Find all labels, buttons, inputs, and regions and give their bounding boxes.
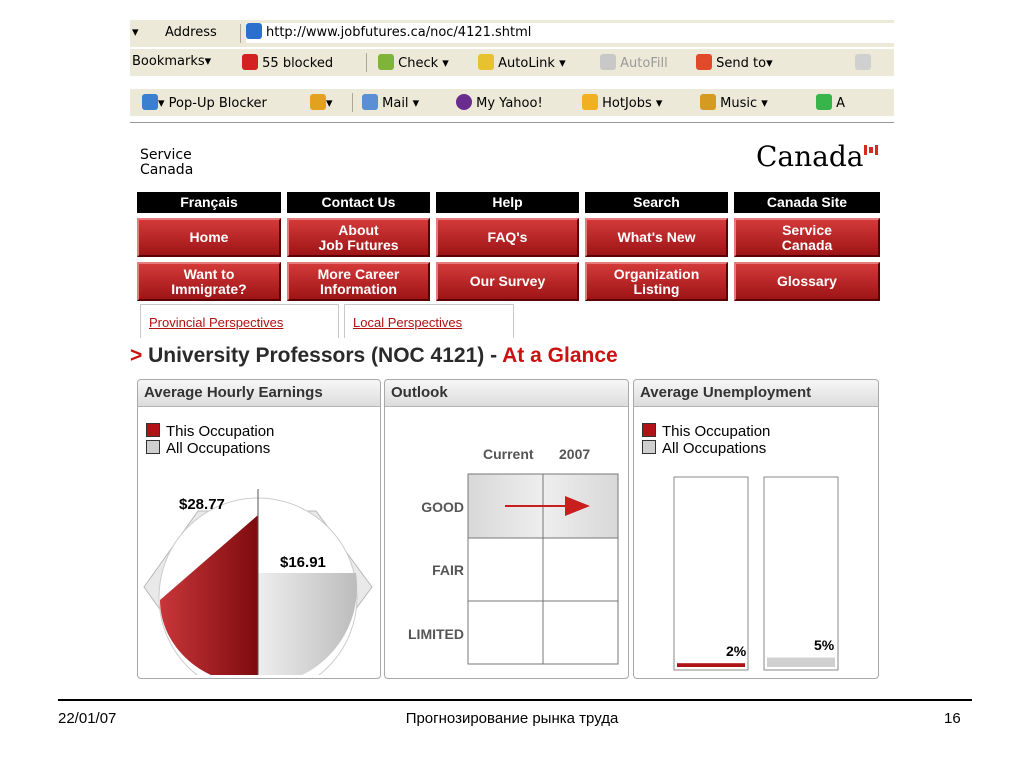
nav-whats-new[interactable]: What's New xyxy=(585,218,728,257)
nav-francais[interactable]: Français xyxy=(137,192,281,213)
unemployment-this-value: 2% xyxy=(726,643,747,659)
outlook-panel: Outlook Current 2007 GOOD FAIR LIMITED xyxy=(384,379,629,679)
title-arrow-icon: > xyxy=(130,344,143,367)
unemployment-bar-this-occupation xyxy=(677,663,745,667)
settings-icon[interactable]: ▾ xyxy=(310,94,333,111)
my-yahoo-button[interactable]: My Yahoo! xyxy=(456,94,543,111)
nav-our-survey[interactable]: Our Survey xyxy=(436,262,579,301)
mail-icon xyxy=(362,94,378,110)
unemployment-panel: Average Unemployment This Occupation All… xyxy=(633,379,879,679)
outlook-col-current: Current xyxy=(483,446,534,462)
pie-slice-all-occupations xyxy=(258,573,357,675)
nav-glossary[interactable]: Glossary xyxy=(734,262,880,301)
nav-organization-listing[interactable]: Organization Listing xyxy=(585,262,728,301)
earnings-panel-title: Average Hourly Earnings xyxy=(138,380,380,407)
nav-about-job-futures[interactable]: About Job Futures xyxy=(287,218,430,257)
music-button[interactable]: Music ▾ xyxy=(700,94,768,111)
earnings-all-value: $16.91 xyxy=(280,554,326,571)
nav-more-career-information[interactable]: More Career Information xyxy=(287,262,430,301)
nav-service-canada[interactable]: Service Canada xyxy=(734,218,880,257)
popup-blocker-button[interactable]: ▾ Pop-Up Blocker xyxy=(142,94,267,111)
service-canada-wordmark[interactable]: Service Canada xyxy=(140,148,193,178)
toolbar-row-3: ▾ Pop-Up Blocker ▾ Mail ▾ My Yahoo! HotJ… xyxy=(130,89,894,116)
toolbar-row-2: Bookmarks▾ 55 blocked Check ▾ AutoLink ▾… xyxy=(130,49,894,76)
bookmarks-menu[interactable]: Bookmarks▾ xyxy=(132,54,211,69)
earnings-this-value: $28.77 xyxy=(179,496,225,513)
nav-help[interactable]: Help xyxy=(436,192,579,213)
outlook-grid: GOOD FAIR LIMITED xyxy=(408,473,619,665)
nav-search[interactable]: Search xyxy=(585,192,728,213)
title-main: University Professors (NOC 4121) - xyxy=(148,344,503,367)
unemployment-all-value: 5% xyxy=(814,637,835,653)
autofill-button[interactable]: AutoFill xyxy=(600,54,668,71)
legend-all-occupations: All Occupations xyxy=(642,440,770,457)
page-title: > University Professors (NOC 4121) - At … xyxy=(130,344,618,368)
window-icon xyxy=(142,94,158,110)
nav-faqs[interactable]: FAQ's xyxy=(436,218,579,257)
nav-canada-site[interactable]: Canada Site xyxy=(734,192,880,213)
canada-wordmark: Canada xyxy=(756,140,864,173)
dropdown-arrow-icon[interactable]: ▾ xyxy=(132,25,139,40)
footer-center-title: Прогнозирование рынка труда xyxy=(405,710,619,727)
outlook-row-good: GOOD xyxy=(421,499,464,515)
autolink-button[interactable]: AutoLink ▾ xyxy=(478,54,566,71)
earnings-pie-chart: $28.77 $16.91 xyxy=(143,489,373,675)
wand-icon xyxy=(478,54,494,70)
hotjobs-icon xyxy=(582,94,598,110)
send-icon xyxy=(696,54,712,70)
spellcheck-button[interactable]: Check ▾ xyxy=(378,54,449,71)
tab-provincial-perspectives[interactable]: Provincial Perspectives xyxy=(140,304,339,338)
tab-local-perspectives[interactable]: Local Perspectives xyxy=(344,304,514,338)
outlook-col-2007: 2007 xyxy=(559,446,591,462)
title-at-a-glance: At a Glance xyxy=(502,344,618,367)
toolbar-divider xyxy=(130,122,894,123)
outlook-row-limited: LIMITED xyxy=(408,626,464,642)
ie-page-icon xyxy=(246,23,262,39)
footer-page-number: 16 xyxy=(944,710,961,727)
hotjobs-button[interactable]: HotJobs ▾ xyxy=(582,94,662,111)
popup-blocked-counter[interactable]: 55 blocked xyxy=(242,54,333,71)
footer-divider xyxy=(58,699,972,701)
nav-contact-us[interactable]: Contact Us xyxy=(287,192,430,213)
answers-button[interactable]: A xyxy=(816,94,845,111)
outlook-row-fair: FAIR xyxy=(432,562,464,578)
nav-home[interactable]: Home xyxy=(137,218,281,257)
unemployment-legend: This Occupation All Occupations xyxy=(642,423,770,457)
answers-icon xyxy=(816,94,832,110)
nav-want-to-immigrate[interactable]: Want to Immigrate? xyxy=(137,262,281,301)
send-to-button[interactable]: Send to▾ xyxy=(696,54,773,71)
canada-flag-icon xyxy=(864,145,878,155)
legend-this-occupation: This Occupation xyxy=(642,423,770,440)
legend-all-occupations: All Occupations xyxy=(146,440,274,457)
unemployment-bar-all-occupations xyxy=(767,657,835,667)
address-label: Address xyxy=(165,25,217,40)
checkmark-icon xyxy=(378,54,394,70)
blocked-icon xyxy=(242,54,258,70)
earnings-legend: This Occupation All Occupations xyxy=(146,423,274,457)
unemployment-panel-title: Average Unemployment xyxy=(634,380,878,407)
url-text: http://www.jobfutures.ca/noc/4121.shtml xyxy=(266,25,532,40)
unemployment-bar-chart: 2% 5% xyxy=(673,476,839,671)
highlight-icon[interactable] xyxy=(855,54,871,71)
earnings-panel: Average Hourly Earnings This Occupation … xyxy=(137,379,381,679)
mail-button[interactable]: Mail ▾ xyxy=(362,94,419,111)
legend-this-occupation: This Occupation xyxy=(146,423,274,440)
outlook-panel-title: Outlook xyxy=(385,380,628,407)
music-icon xyxy=(700,94,716,110)
url-field[interactable]: http://www.jobfutures.ca/noc/4121.shtml xyxy=(246,23,894,43)
autofill-icon xyxy=(600,54,616,70)
address-bar-row: ▾ Address http://www.jobfutures.ca/noc/4… xyxy=(130,20,894,47)
bar-frame-this-occupation xyxy=(673,476,749,671)
yahoo-icon xyxy=(456,94,472,110)
